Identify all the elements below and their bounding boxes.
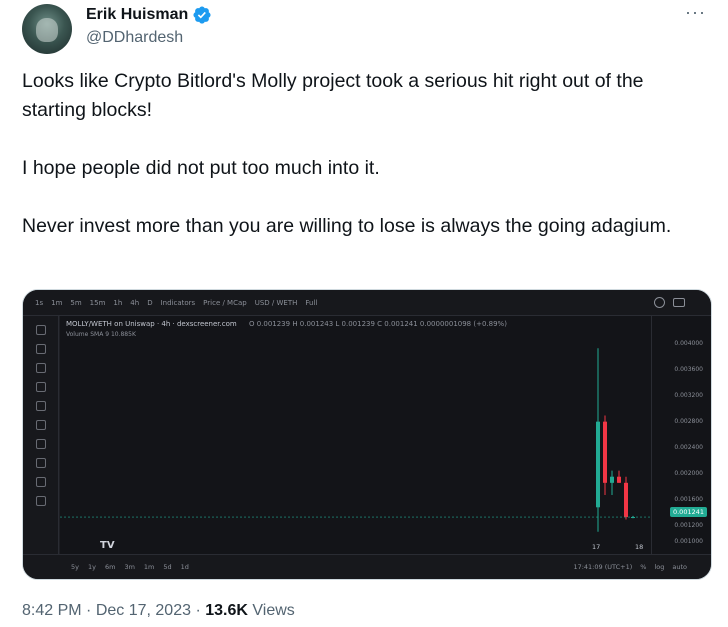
toolbar-item: USD / WETH xyxy=(254,298,298,307)
more-options-icon[interactable]: ··· xyxy=(685,2,706,23)
price-tick: 0.002400 xyxy=(674,444,703,451)
fib-tool-icon xyxy=(35,363,46,373)
views-count: 13.6K xyxy=(205,602,248,619)
candlestick-series xyxy=(60,348,652,532)
candle-body xyxy=(596,421,600,508)
meta-separator: · xyxy=(81,602,96,619)
chart-toolbar: 1s 1m 5m 15m 1h 4h D Indicators Price / … xyxy=(23,290,711,316)
range-item: 1y xyxy=(87,563,96,571)
brush-tool-icon xyxy=(35,382,46,392)
views-label: Views xyxy=(252,602,295,619)
toolbar-item: 1m xyxy=(51,298,63,307)
range-item: 1d xyxy=(180,563,189,571)
ruler-tool-icon xyxy=(35,477,46,487)
avatar[interactable] xyxy=(22,4,72,54)
display-name[interactable]: Erik Huisman xyxy=(86,6,188,24)
text-tool-icon xyxy=(35,401,46,411)
tweet-meta: 8:42 PM · Dec 17, 2023 · 13.6K Views xyxy=(22,602,295,620)
price-tick: 0.001000 xyxy=(674,538,703,545)
price-tick: 0.002800 xyxy=(674,418,703,425)
price-tick: 0.003600 xyxy=(674,366,703,373)
tweet-date[interactable]: Dec 17, 2023 xyxy=(96,602,191,619)
toolbar-item: Price / MCap xyxy=(203,298,247,307)
toolbar-item: Indicators xyxy=(160,298,196,307)
chart-bottom-right: 17:41:09 (UTC+1) % log auto xyxy=(573,563,687,571)
candle-body xyxy=(610,476,614,483)
toolbar-item: 15m xyxy=(89,298,106,307)
trendline-tool-icon xyxy=(35,344,46,354)
range-item: 3m xyxy=(124,563,135,571)
range-item: 6m xyxy=(104,563,116,571)
x-axis-label: 17 xyxy=(592,543,601,551)
tradingview-logo: TV xyxy=(100,540,115,551)
candle-body xyxy=(624,482,628,518)
verified-badge-icon xyxy=(193,6,211,24)
media-image-chart-screenshot[interactable]: 1s 1m 5m 15m 1h 4h D Indicators Price / … xyxy=(22,289,712,580)
price-tick: 0.004000 xyxy=(674,340,703,347)
chart-drawing-tools xyxy=(23,316,59,556)
measure-tool-icon xyxy=(35,439,46,449)
toolbar-item: Full xyxy=(305,298,318,307)
toolbar-item: 5m xyxy=(70,298,82,307)
tweet-paragraph: Looks like Crypto Bitlord's Molly projec… xyxy=(22,70,644,121)
pattern-tool-icon xyxy=(35,420,46,430)
tweet-time[interactable]: 8:42 PM xyxy=(22,602,82,619)
chart-settings-icon xyxy=(654,297,665,308)
tweet-text: Looks like Crypto Bitlord's Molly projec… xyxy=(22,67,712,241)
price-tick: 0.002000 xyxy=(674,470,703,477)
toolbar-item: D xyxy=(147,298,153,307)
candle-body xyxy=(617,476,621,483)
chart-plot-area: MOLLY/WETH on Uniswap · 4h · dexscreener… xyxy=(60,316,652,556)
price-axis: 0.004000 0.003600 0.003200 0.002800 0.00… xyxy=(651,316,711,556)
meta-separator: · xyxy=(191,602,206,619)
author-handle[interactable]: @DDhardesh xyxy=(86,29,183,47)
last-price-tag: 0.001241 xyxy=(669,507,707,517)
x-axis-label: 18 xyxy=(635,543,644,551)
toolbar-item: 1s xyxy=(35,298,44,307)
percent-toggle: % xyxy=(640,563,647,571)
auto-toggle: auto xyxy=(672,563,687,571)
log-toggle: log xyxy=(654,563,665,571)
author-name-row[interactable]: Erik Huisman xyxy=(86,5,212,25)
toolbar-item: 4h xyxy=(130,298,140,307)
crosshair-tool-icon xyxy=(35,325,46,335)
zoom-tool-icon xyxy=(35,496,46,506)
candle-body xyxy=(603,421,607,483)
range-item: 1m xyxy=(143,563,155,571)
chart-clock: 17:41:09 (UTC+1) xyxy=(573,563,633,571)
price-tick: 0.001600 xyxy=(674,496,703,503)
chart-bottom-bar: 5y 1y 6m 3m 1m 5d 1d 17:41:09 (UTC+1) % … xyxy=(23,554,711,579)
price-tick: 0.003200 xyxy=(674,392,703,399)
tweet-paragraph: Never invest more than you are willing t… xyxy=(22,215,672,237)
chart-camera-icon xyxy=(673,298,685,307)
price-tick: 0.001200 xyxy=(674,522,703,529)
tweet-paragraph: I hope people did not put too much into … xyxy=(22,157,380,179)
range-item: 5d xyxy=(163,563,172,571)
emoji-tool-icon xyxy=(35,458,46,468)
range-item: 5y xyxy=(71,563,79,571)
toolbar-item: 1h xyxy=(113,298,123,307)
